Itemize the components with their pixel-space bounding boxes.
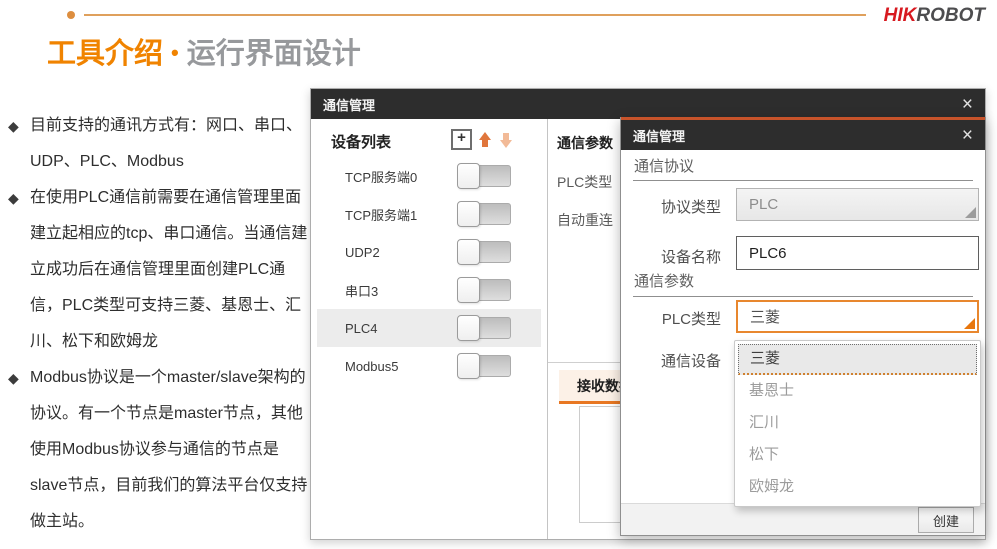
note-item: ◆ Modbus协议是一个master/slave架构的协议。有一个节点是mas… — [8, 360, 310, 540]
device-name: TCP服务端0 — [345, 167, 457, 186]
bullet-diamond-icon: ◆ — [8, 108, 30, 180]
logo-hik: HIK — [884, 5, 917, 26]
back-dialog-title: 通信管理 — [323, 95, 375, 114]
slide: HIKROBOT 工具介绍 • 运行界面设计 ◆ 目前支持的通讯方式有：网口、串口、… — [0, 0, 997, 549]
device-name: 串口3 — [345, 281, 457, 300]
device-list-header: 设备列表 — [331, 131, 391, 152]
dropdown-option-selected[interactable]: 三菱 — [738, 344, 977, 375]
dropdown-option[interactable]: 汇川 — [735, 407, 980, 439]
front-dialog-title: 通信管理 — [633, 126, 685, 145]
front-dialog-titlebar[interactable]: 通信管理 × — [621, 120, 985, 150]
divider — [633, 296, 973, 297]
add-device-button[interactable]: + — [451, 129, 472, 150]
hikrobot-logo: HIKROBOT — [884, 5, 985, 27]
dropdown-corner-icon — [965, 207, 976, 218]
note-text: 在使用PLC通信前需要在通信管理里面建立起相应的tcp、串口通信。当通信建立成功… — [30, 180, 310, 360]
communication-manager-dialog-front: 通信管理 × 通信协议 协议类型 PLC 设备名称 通信参数 PLC类型 三菱 … — [620, 117, 986, 536]
plc-type-value: 三菱 — [750, 306, 780, 327]
dropdown-option[interactable]: 基恩士 — [735, 375, 980, 407]
page-title-dot: • — [171, 40, 179, 65]
protocol-type-dropdown[interactable]: PLC — [736, 188, 979, 221]
notes-panel: ◆ 目前支持的通讯方式有：网口、串口、UDP、PLC、Modbus ◆ 在使用P… — [8, 108, 310, 540]
device-row[interactable]: UDP2 — [317, 233, 541, 271]
move-down-icon[interactable] — [499, 132, 512, 148]
device-row[interactable]: TCP服务端1 — [317, 195, 541, 233]
plc-type-dropdown[interactable]: 三菱 — [736, 300, 979, 333]
plc-type-options-list: 三菱 基恩士 汇川 松下 欧姆龙 — [734, 340, 981, 507]
close-icon[interactable]: × — [962, 95, 973, 114]
device-row-selected[interactable]: PLC4 — [317, 309, 541, 347]
device-name: PLC4 — [345, 321, 457, 336]
plc-type-label-back: PLC类型 — [557, 172, 612, 192]
logo-robot: ROBOT — [916, 5, 985, 26]
dropdown-corner-icon — [964, 318, 975, 329]
note-item: ◆ 目前支持的通讯方式有：网口、串口、UDP、PLC、Modbus — [8, 108, 310, 180]
device-row[interactable]: Modbus5 — [317, 347, 541, 385]
device-toggle[interactable] — [457, 315, 511, 341]
device-toggle[interactable] — [457, 239, 511, 265]
front-dialog-body: 通信协议 协议类型 PLC 设备名称 通信参数 PLC类型 三菱 通信设备 三菱… — [621, 150, 985, 535]
create-button[interactable]: 创建 — [918, 507, 974, 533]
close-icon[interactable]: × — [962, 126, 973, 145]
page-title-secondary: 运行界面设计 — [187, 38, 361, 70]
plc-type-label: PLC类型 — [633, 308, 721, 329]
device-list-panel: 设备列表 + TCP服务端0 TCP服务端1 U — [311, 119, 548, 539]
header-dot — [67, 11, 75, 19]
device-name: UDP2 — [345, 245, 457, 260]
note-text: Modbus协议是一个master/slave架构的协议。有一个节点是maste… — [30, 360, 310, 540]
device-list-controls: + — [451, 129, 512, 150]
device-name-input[interactable] — [736, 236, 979, 270]
comm-params-header: 通信参数 — [557, 133, 613, 153]
bullet-diamond-icon: ◆ — [8, 360, 30, 540]
section-protocol-label: 通信协议 — [634, 155, 694, 176]
front-dialog-footer: 创建 — [621, 503, 985, 535]
device-list: TCP服务端0 TCP服务端1 UDP2 串口3 — [311, 157, 547, 385]
dropdown-option[interactable]: 松下 — [735, 439, 980, 471]
device-row[interactable]: 串口3 — [317, 271, 541, 309]
move-up-icon[interactable] — [479, 132, 492, 148]
divider — [633, 180, 973, 181]
page-title-primary: 工具介绍 — [47, 38, 163, 70]
device-toggle[interactable] — [457, 277, 511, 303]
header-line — [84, 14, 866, 16]
device-name: TCP服务端1 — [345, 205, 457, 224]
section-params-label: 通信参数 — [634, 270, 694, 291]
device-toggle[interactable] — [457, 163, 511, 189]
device-row[interactable]: TCP服务端0 — [317, 157, 541, 195]
note-item: ◆ 在使用PLC通信前需要在通信管理里面建立起相应的tcp、串口通信。当通信建立… — [8, 180, 310, 360]
protocol-type-value: PLC — [749, 196, 778, 213]
device-toggle[interactable] — [457, 201, 511, 227]
back-dialog-titlebar[interactable]: 通信管理 × — [311, 89, 985, 119]
device-name-label: 设备名称 — [633, 246, 721, 267]
note-text: 目前支持的通讯方式有：网口、串口、UDP、PLC、Modbus — [30, 108, 310, 180]
bullet-diamond-icon: ◆ — [8, 180, 30, 360]
page-title: 工具介绍 • 运行界面设计 — [47, 30, 361, 72]
auto-reconnect-label: 自动重连 — [557, 210, 613, 230]
protocol-type-label: 协议类型 — [633, 196, 721, 217]
device-toggle[interactable] — [457, 353, 511, 379]
dropdown-option[interactable]: 欧姆龙 — [735, 471, 980, 503]
comm-device-label: 通信设备 — [633, 350, 721, 371]
device-name: Modbus5 — [345, 359, 457, 374]
